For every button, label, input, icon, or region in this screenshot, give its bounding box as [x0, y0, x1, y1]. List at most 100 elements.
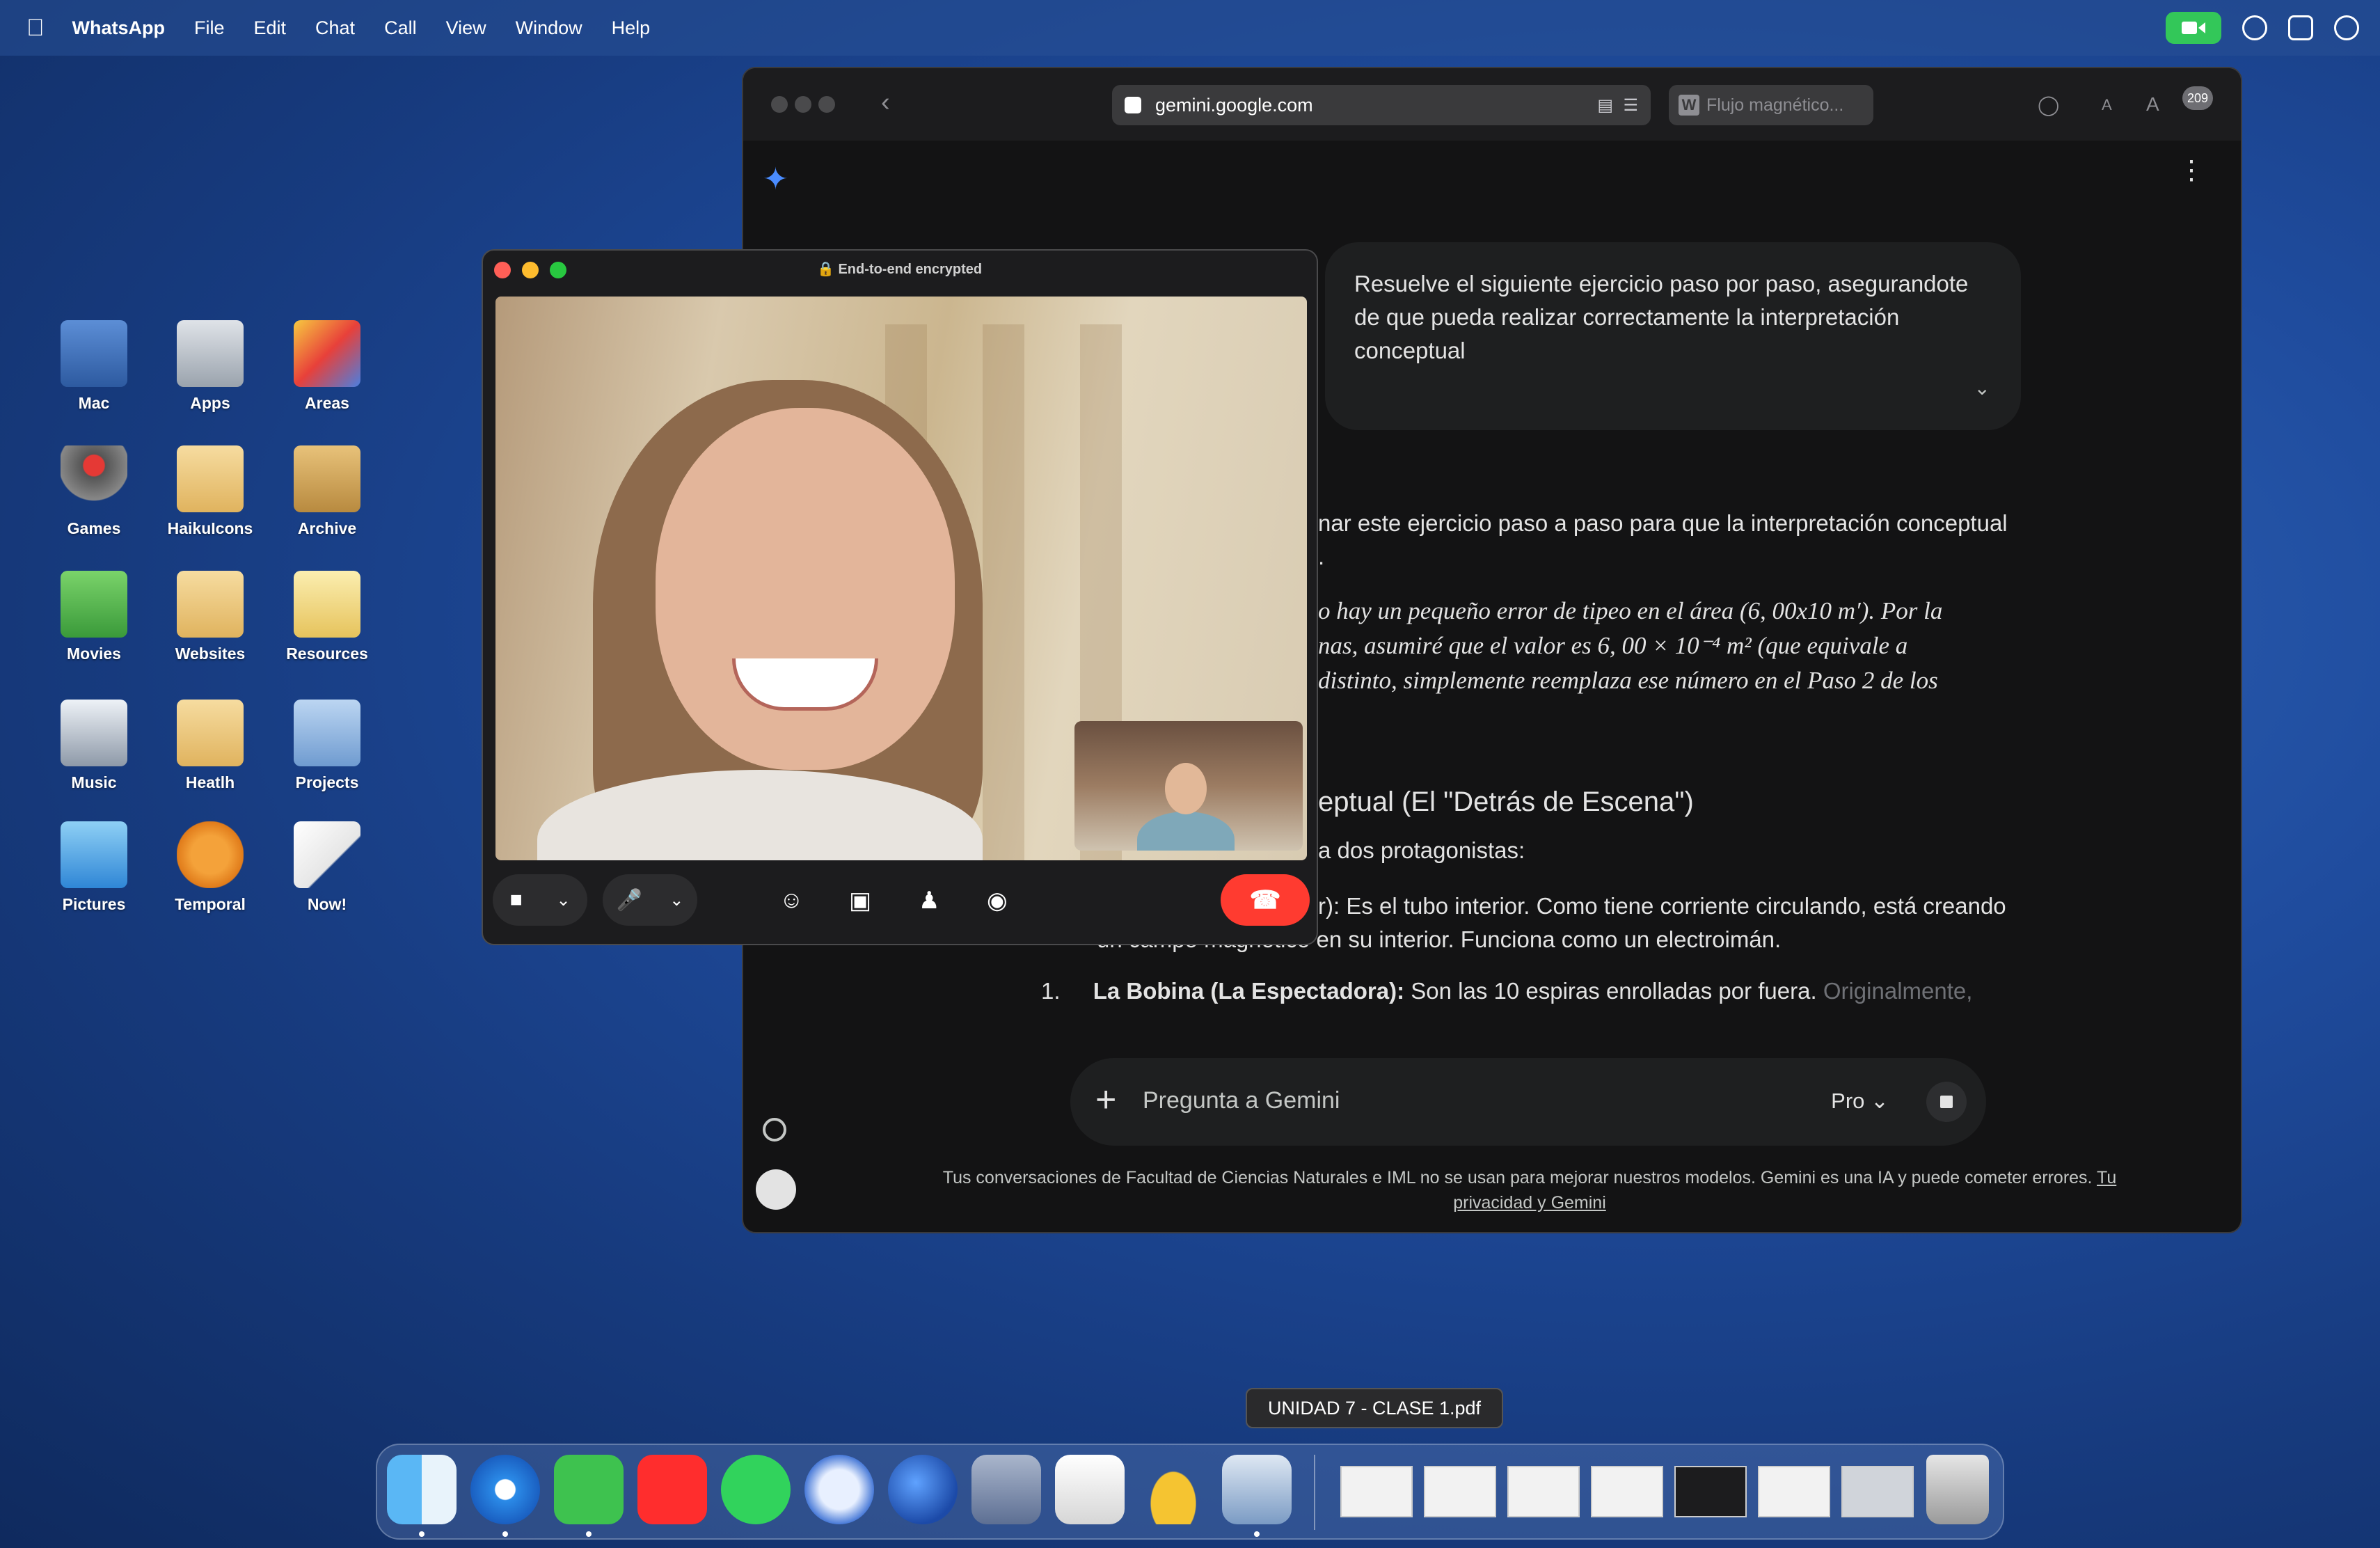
cubes-icon	[177, 320, 244, 387]
folder-icon	[177, 445, 244, 512]
running-indicator	[502, 1531, 508, 1537]
wikipedia-icon: W	[1679, 95, 1699, 116]
window-minimize-button[interactable]	[795, 96, 811, 113]
microphone-toggle-button[interactable]: 🎤 ⌄	[603, 874, 697, 926]
control-center-icon[interactable]	[2288, 15, 2313, 40]
compass-icon[interactable]	[804, 1455, 874, 1524]
text-larger-icon[interactable]: A	[2146, 93, 2159, 116]
self-view-video[interactable]	[1074, 721, 1303, 851]
minimized-window-thumbnail[interactable]	[1674, 1466, 1747, 1517]
prompt-input-placeholder: Pregunta a Gemini	[1143, 1087, 1340, 1114]
add-attachment-icon[interactable]: +	[1095, 1079, 1116, 1121]
video-call-window: 🔒 End-to-end encrypted ■ ⌄ 🎤 ⌄ ☺ ▣ ♟ ◉ ☎	[482, 249, 1318, 945]
chat-bubble-icon[interactable]: ◉	[987, 887, 1008, 915]
call-minimize-button[interactable]	[522, 262, 539, 278]
camera-in-use-icon[interactable]	[2166, 12, 2221, 44]
desktop-icon-games[interactable]: Games	[38, 445, 150, 538]
response-line: r): Es el tubo interior. Como tiene corr…	[1318, 893, 2006, 919]
desktop-icon-music[interactable]: Music	[38, 700, 150, 792]
call-controls: ■ ⌄ 🎤 ⌄ ☺ ▣ ♟ ◉ ☎	[483, 867, 1317, 937]
apple-menu-icon[interactable]: 	[26, 15, 45, 42]
minimized-document-thumbnail[interactable]	[1424, 1466, 1496, 1517]
gemini-logo-icon[interactable]: ✦	[763, 161, 788, 197]
menu-chat[interactable]: Chat	[315, 17, 355, 39]
spotify-icon[interactable]	[721, 1455, 791, 1524]
tab-count-badge[interactable]: 209	[2182, 86, 2213, 110]
tab-flujo-magnetico[interactable]: W Flujo magnético...	[1669, 85, 1873, 125]
desktop-icon-apps[interactable]: Apps	[154, 320, 266, 413]
window-close-button[interactable]	[771, 96, 788, 113]
minimized-document-thumbnail[interactable]	[1340, 1466, 1413, 1517]
desktop-icon-websites[interactable]: Websites	[154, 571, 266, 663]
response-line: nar este ejercicio paso a paso para que …	[1318, 510, 2008, 536]
settings-gear-icon[interactable]	[763, 1118, 786, 1142]
stop-button[interactable]	[1926, 1082, 1967, 1122]
desktop-icon-heatlh[interactable]: Heatlh	[154, 700, 266, 792]
avatar[interactable]	[756, 1169, 796, 1210]
folder-icon	[177, 571, 244, 638]
disclaimer: Tus conversaciones de Facultad de Cienci…	[938, 1165, 2121, 1215]
chevron-down-icon: ⌄	[1871, 1089, 1889, 1113]
desktop-icon-projects[interactable]: Projects	[271, 700, 383, 792]
running-indicator	[419, 1531, 425, 1537]
trash-icon[interactable]	[1926, 1455, 1989, 1524]
menu-view[interactable]: View	[446, 17, 486, 39]
text-smaller-icon[interactable]: A	[2102, 96, 2112, 114]
menu-call[interactable]: Call	[384, 17, 417, 39]
address-bar[interactable]: gemini.google.com ▤ ☰	[1112, 85, 1651, 125]
encryption-label: 🔒 End-to-end encrypted	[817, 262, 983, 277]
add-person-icon[interactable]: ♟	[919, 887, 939, 915]
menu-file[interactable]: File	[194, 17, 225, 39]
clock-icon[interactable]	[2334, 15, 2359, 40]
youtube-icon[interactable]	[637, 1455, 707, 1524]
minimized-window-thumbnail[interactable]	[1841, 1466, 1914, 1517]
menu-edit[interactable]: Edit	[254, 17, 287, 39]
back-icon[interactable]: ‹	[881, 88, 890, 118]
camera-toggle-button[interactable]: ■ ⌄	[493, 874, 587, 926]
desktop-icon-areas[interactable]: Areas	[271, 320, 383, 413]
textedit-icon[interactable]	[1055, 1455, 1125, 1524]
minimized-document-thumbnail[interactable]	[1591, 1466, 1663, 1517]
status-menu-icon[interactable]	[2242, 15, 2267, 40]
minimized-document-thumbnail[interactable]	[1507, 1466, 1580, 1517]
call-zoom-button[interactable]	[550, 262, 566, 278]
menu-app-name[interactable]: WhatsApp	[72, 17, 165, 39]
menu-window[interactable]: Window	[516, 17, 582, 39]
call-close-button[interactable]	[494, 262, 511, 278]
desktop-icon-temporal[interactable]: Temporal	[154, 821, 266, 914]
translate-icon[interactable]: ▤	[1597, 95, 1613, 116]
end-call-button[interactable]: ☎	[1221, 874, 1310, 926]
preview-icon[interactable]	[1222, 1455, 1292, 1524]
folder-icon	[177, 700, 244, 766]
desktop-icon-archive[interactable]: Archive	[271, 445, 383, 538]
expand-chevron-icon[interactable]: ⌄	[1974, 372, 1990, 405]
desktop-icon-mac[interactable]: Mac	[38, 320, 150, 413]
desktop-icon-now[interactable]: Now!	[271, 821, 383, 914]
pineapple-icon[interactable]	[1139, 1455, 1208, 1524]
desktop-icon-pictures[interactable]: Pictures	[38, 821, 150, 914]
menu-help[interactable]: Help	[612, 17, 651, 39]
google-earth-icon[interactable]	[888, 1455, 958, 1524]
minimized-document-thumbnail[interactable]	[1758, 1466, 1830, 1517]
screen-share-icon[interactable]: ▣	[849, 887, 871, 915]
whatsapp-icon[interactable]	[554, 1455, 624, 1524]
colored-cubes-icon	[294, 320, 360, 387]
finder-icon[interactable]	[387, 1455, 457, 1524]
window-zoom-button[interactable]	[818, 96, 835, 113]
browser-toolbar: ‹ gemini.google.com ▤ ☰ W Flujo magnétic…	[743, 68, 2241, 141]
chevron-down-icon[interactable]: ⌄	[669, 890, 683, 910]
layers-icon[interactable]	[971, 1455, 1041, 1524]
model-selector[interactable]: Pro ⌄	[1831, 1089, 1889, 1114]
desktop-icon-resources[interactable]: Resources	[271, 571, 383, 663]
desktop-icon-movies[interactable]: Movies	[38, 571, 150, 663]
emoji-reaction-icon[interactable]: ☺	[779, 887, 804, 914]
chevron-down-icon[interactable]: ⌄	[556, 890, 570, 910]
desktop-icon-haikuicons[interactable]: HaikuIcons	[154, 445, 266, 538]
download-icon[interactable]: ◯	[2038, 93, 2059, 116]
reader-icon[interactable]: ☰	[1623, 95, 1638, 116]
more-options-icon[interactable]: ⋮	[2178, 157, 2205, 184]
prompt-input[interactable]: + Pregunta a Gemini Pro ⌄	[1070, 1058, 1986, 1146]
hang-up-icon: ☎	[1249, 885, 1281, 914]
running-indicator	[586, 1531, 592, 1537]
safari-icon[interactable]	[470, 1455, 540, 1524]
